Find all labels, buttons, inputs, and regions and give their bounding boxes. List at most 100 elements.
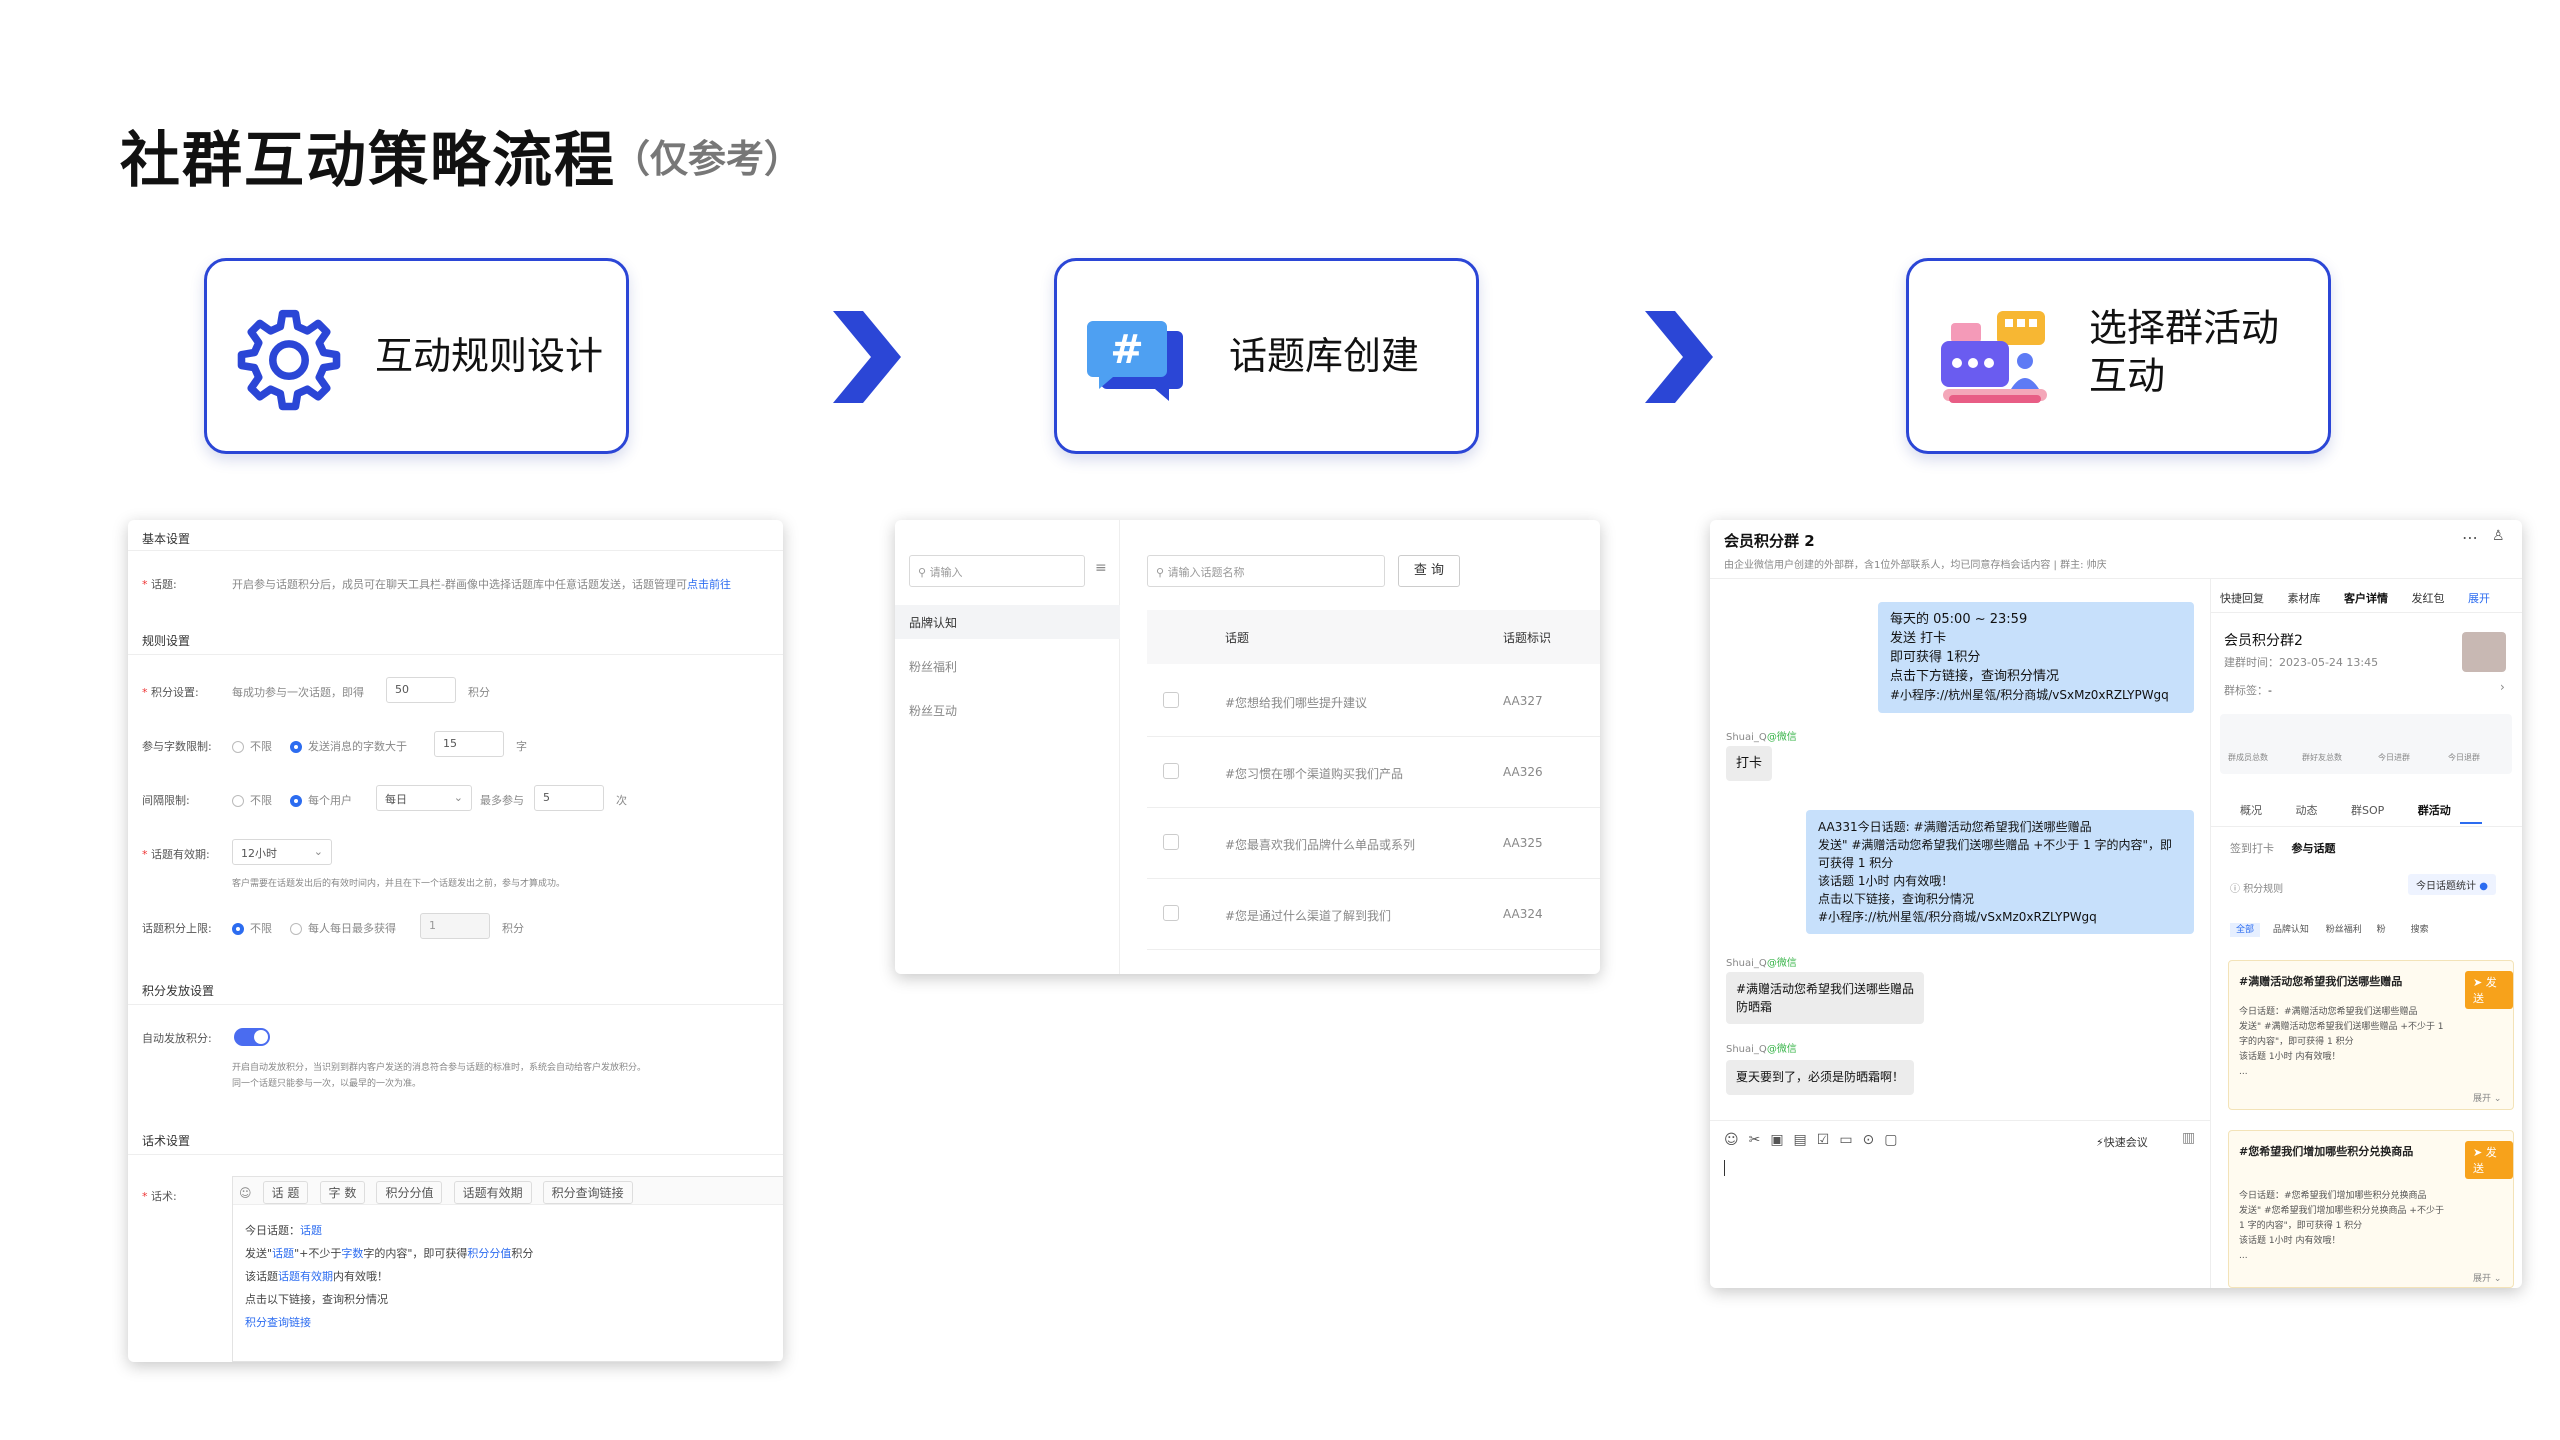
interval-opt-user[interactable]: 每个用户	[290, 792, 352, 808]
filter-chip[interactable]: 粉丝福利	[2326, 925, 2362, 935]
category-item[interactable]: 粉丝福利	[909, 658, 957, 675]
row-checkbox[interactable]	[1163, 905, 1179, 921]
sub-tab-active[interactable]: 参与话题	[2292, 842, 2336, 855]
topic-link[interactable]: 点击前往	[687, 578, 731, 591]
today-stats-button[interactable]: 今日话题统计 ●	[2408, 874, 2496, 895]
topic-card-title: #您希望我们增加哪些积分兑换商品	[2239, 1145, 2414, 1158]
script-label: * 话术:	[142, 1190, 177, 1203]
tag-words[interactable]: 字 数	[319, 1181, 366, 1204]
list-icon[interactable]: ≡	[1095, 560, 1107, 576]
interval-select[interactable]: 每日 ⌄	[376, 785, 472, 811]
interval-input[interactable]: 5	[534, 785, 604, 811]
topic-label: * 话题:	[142, 578, 177, 591]
interval-opt-unlimited[interactable]: 不限	[232, 792, 272, 808]
filter-bar: 全部 品牌认知 粉丝福利 粉 搜索	[2230, 922, 2429, 937]
filter-chip[interactable]: 品牌认知	[2273, 925, 2309, 935]
tag-topic[interactable]: 话 题	[262, 1181, 309, 1204]
category-item[interactable]: 品牌认知	[909, 614, 957, 631]
step-label-line2: 互动	[2089, 354, 2166, 398]
cap-unit: 积分	[502, 922, 524, 935]
row-topic: #您想给我们哪些提升建议	[1225, 696, 1368, 710]
filter-chip-active[interactable]: 全部	[2230, 923, 2261, 937]
chat-toolbar-icons[interactable]: ☺✂▣▤☑▭⊙▢	[1724, 1132, 1908, 1148]
expand-link[interactable]: 展开 ⌄	[2473, 1271, 2501, 1284]
settings-screenshot: 基本设置 * 话题: 开启参与话题积分后，成员可在聊天工具栏-群画像中选择话题库…	[128, 520, 783, 1362]
tag-query-link[interactable]: 积分查询链接	[542, 1181, 633, 1204]
add-member-icon[interactable]: ♙	[2492, 528, 2505, 544]
rule-link[interactable]: ⓘ 积分规则	[2230, 880, 2283, 895]
topic-desc: 开启参与话题积分后，成员可在聊天工具栏-群画像中选择话题库中任意话题发送，话题管…	[232, 578, 731, 591]
section-title-script: 话术设置	[142, 1134, 191, 1148]
func-tab[interactable]: 概况	[2240, 804, 2262, 817]
row-id: AA327	[1503, 694, 1543, 708]
category-search-input[interactable]: ⚲ 请输入	[909, 555, 1085, 587]
bolt-icon: ⚡	[2096, 1136, 2104, 1149]
valid-select[interactable]: 12小时 ⌄	[232, 839, 332, 865]
chevron-right-icon[interactable]: ›	[2500, 680, 2505, 694]
row-id: AA324	[1503, 907, 1543, 921]
message-sender: Shuai_Q@微信	[1726, 1044, 1797, 1055]
search-icon: ⚲	[918, 566, 930, 579]
topic-card[interactable]: #满赠活动您希望我们送哪些赠品 ➤ 发送 今日话题：#满赠活动您希望我们送哪些赠…	[2228, 960, 2514, 1110]
script-toolbar: ☺ 话 题 字 数 积分分值 话题有效期 积分查询链接	[233, 1177, 783, 1205]
func-tab-active[interactable]: 群活动	[2418, 804, 2451, 817]
cap-opt-daily[interactable]: 每人每日最多获得	[290, 920, 396, 936]
chevron-right-icon	[833, 311, 901, 403]
func-tab[interactable]: 群SOP	[2351, 804, 2384, 817]
script-editor[interactable]: ☺ 话 题 字 数 积分分值 话题有效期 积分查询链接 今日话题：话题 发送"话…	[232, 1176, 783, 1362]
auto-toggle[interactable]	[234, 1028, 270, 1046]
column-header-topic: 话题	[1225, 631, 1250, 645]
interval-mid: 最多参与	[480, 794, 524, 807]
stat-label: 群成员总数	[2228, 753, 2268, 762]
gear-icon	[237, 309, 341, 411]
side-tab[interactable]: 快捷回复	[2220, 592, 2264, 605]
row-checkbox[interactable]	[1163, 834, 1179, 850]
side-tab-expand[interactable]: 展开	[2468, 592, 2490, 605]
filter-chip[interactable]: 粉	[2377, 925, 2386, 935]
points-input[interactable]: 50	[386, 677, 456, 703]
topic-card[interactable]: #您希望我们增加哪些积分兑换商品 ➤ 发送 今日话题：#您希望我们增加哪些积分兑…	[2228, 1130, 2514, 1288]
cap-opt-unlimited[interactable]: 不限	[232, 920, 272, 936]
message-input[interactable]	[1710, 1152, 2210, 1288]
valid-hint: 客户需要在话题发出后的有效时间内，并且在下一个话题发出之前，参与才算成功。	[232, 879, 566, 889]
category-item[interactable]: 粉丝互动	[909, 702, 957, 719]
cap-label: 话题积分上限:	[142, 922, 212, 935]
send-button[interactable]: ➤ 发送	[2465, 1141, 2513, 1179]
page-title: 社群互动策略流程	[120, 126, 616, 196]
row-id: AA325	[1503, 836, 1543, 850]
chevron-down-icon: ⌄	[313, 845, 323, 858]
wordlimit-opt-count[interactable]: 发送消息的字数大于	[290, 738, 407, 754]
auto-hint-1: 开启自动发放积分，当识别到群内客户发送的消息符合参与话题的标准时，系统会自动给客…	[232, 1063, 647, 1073]
stats-panel: 群成员总数 群好友总数 今日进群 今日退群	[2220, 714, 2512, 774]
stat-label: 今日退群	[2448, 753, 2480, 762]
message-sender: Shuai_Q@微信	[1726, 958, 1797, 969]
quick-meeting-button[interactable]: ⚡快速会议	[2096, 1134, 2148, 1150]
func-tab[interactable]: 动态	[2296, 804, 2318, 817]
cap-input[interactable]: 1	[420, 913, 490, 939]
side-tab[interactable]: 素材库	[2288, 592, 2321, 605]
chevron-down-icon: ⌄	[453, 791, 463, 804]
sub-tab[interactable]: 签到打卡	[2230, 842, 2274, 855]
tag-validity[interactable]: 话题有效期	[453, 1181, 532, 1204]
filter-search[interactable]: 搜索	[2411, 925, 2429, 935]
step-label: 互动规则设计	[375, 334, 604, 378]
wordlimit-opt-unlimited[interactable]: 不限	[232, 738, 272, 754]
sidebar-toggle-icon[interactable]: ▥	[2182, 1130, 2195, 1146]
row-checkbox[interactable]	[1163, 763, 1179, 779]
query-button[interactable]: 查 询	[1398, 555, 1460, 587]
side-tab-active[interactable]: 客户详情	[2344, 592, 2388, 605]
tag-points[interactable]: 积分分值	[376, 1181, 443, 1204]
chat-message-topic: AA331今日话题: #满赠活动您希望我们送哪些赠品 发送" #满赠活动您希望我们…	[1806, 810, 2194, 934]
message-sender: Shuai_Q@微信	[1726, 732, 1797, 743]
group-avatar	[2462, 632, 2506, 672]
wordlimit-input[interactable]: 15	[434, 731, 504, 757]
row-checkbox[interactable]	[1163, 692, 1179, 708]
more-icon[interactable]: ⋯	[2462, 528, 2478, 547]
topic-search-input[interactable]: ⚲ 请输入话题名称	[1147, 555, 1385, 587]
emoji-icon[interactable]: ☺	[239, 1186, 252, 1200]
send-button[interactable]: ➤ 发送	[2465, 971, 2513, 1009]
wordlimit-unit: 字	[516, 740, 527, 753]
info-icon: ⓘ	[2230, 884, 2244, 895]
side-tab[interactable]: 发红包	[2412, 592, 2445, 605]
expand-link[interactable]: 展开 ⌄	[2473, 1091, 2501, 1104]
